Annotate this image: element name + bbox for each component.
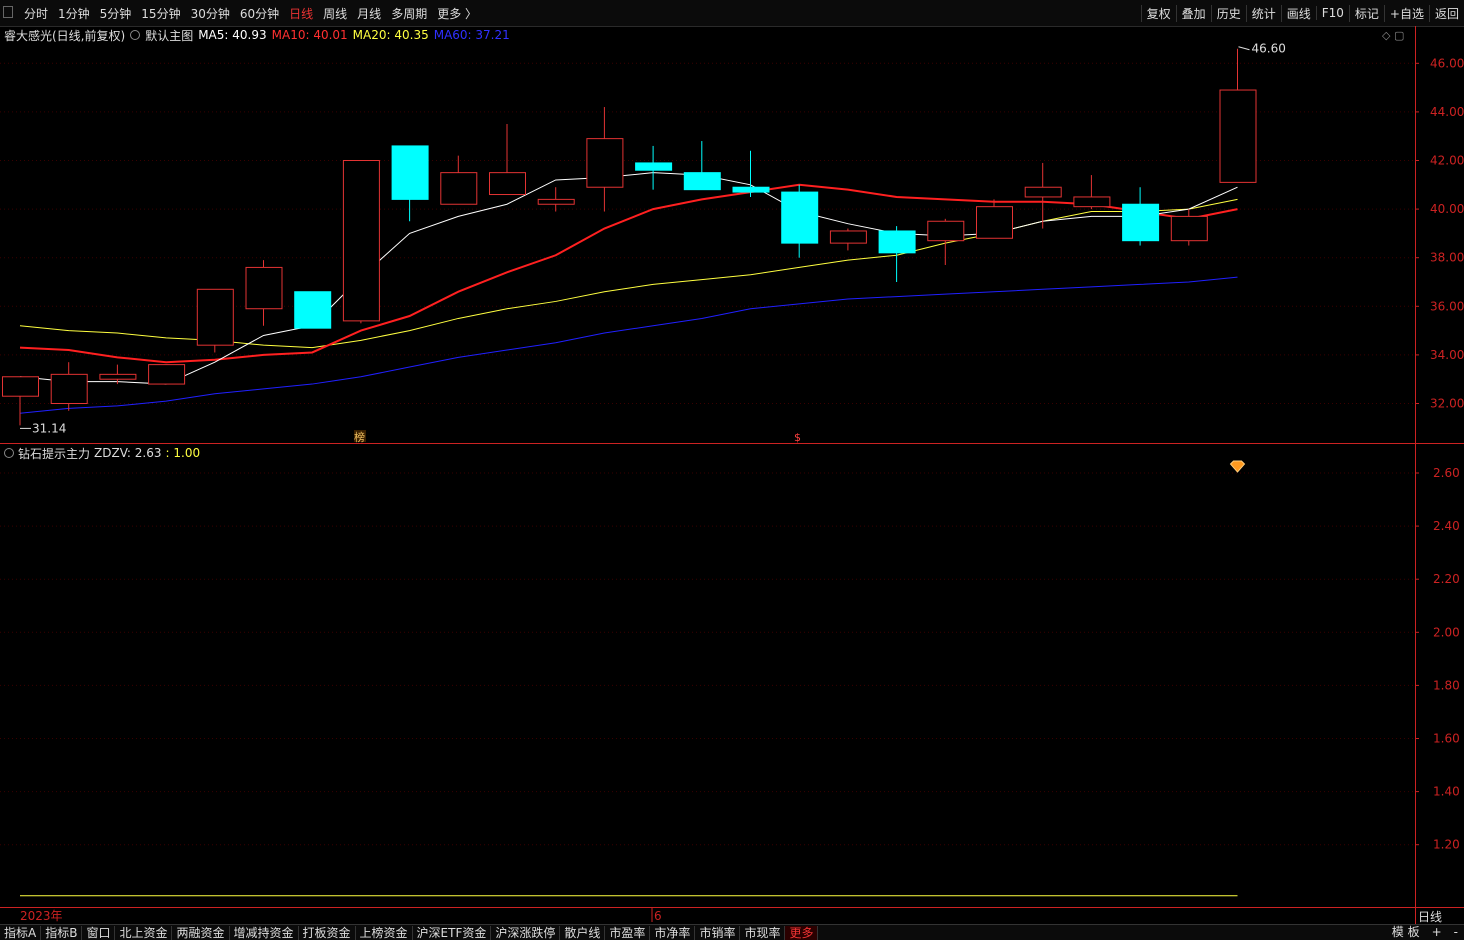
- candle: [635, 145, 673, 190]
- indicator-tab[interactable]: 上榜资金: [356, 925, 413, 940]
- candle-body-up: [148, 364, 186, 385]
- candle-body-up: [440, 172, 478, 205]
- candle: [294, 291, 332, 329]
- sub-tick-label: 2.00: [1433, 625, 1460, 639]
- candle-body-up: [927, 220, 965, 242]
- price-tick-label: 44.00: [1430, 105, 1464, 119]
- candle-body-down: [683, 172, 721, 191]
- candle: [391, 145, 429, 222]
- indicator-tab[interactable]: 指标B: [41, 925, 83, 940]
- bottom-right-controls: 模 板 + -: [1386, 923, 1464, 940]
- bottom-indicator-tabs: 指标A 指标B 窗口 北上资金 两融资金 增减持资金 打板资金 上榜资金 沪深ETF资金 沪深涨跌…: [0, 924, 1464, 940]
- price-tick-label: 32.00: [1430, 397, 1464, 411]
- indicator-tab[interactable]: 更多: [785, 925, 819, 940]
- candle: [148, 364, 186, 385]
- indicator-tab[interactable]: 沪深涨跌停: [491, 925, 561, 940]
- ma5-line: [19, 172, 1238, 385]
- candle-body-down: [732, 186, 770, 193]
- high-price-label: 46.60: [1252, 42, 1286, 56]
- price-tick-label: 34.00: [1430, 348, 1464, 362]
- indicator-tab[interactable]: 市现率: [740, 925, 786, 940]
- candle-body-up: [1024, 186, 1062, 198]
- candle-body-up: [2, 376, 39, 397]
- candle: [342, 160, 380, 324]
- candle-body-up: [489, 172, 526, 196]
- candle: [586, 107, 624, 212]
- candle: [878, 226, 916, 282]
- candle: [489, 124, 526, 196]
- indicator-tab[interactable]: 增减持资金: [230, 925, 299, 940]
- bottom-control-button[interactable]: -: [1448, 925, 1464, 939]
- candle-body-up: [342, 160, 380, 322]
- indicator-tab[interactable]: 市销率: [695, 925, 741, 940]
- year-label: 2023年: [20, 909, 63, 923]
- indicator-tab[interactable]: 沪深ETF资金: [413, 925, 492, 940]
- high-price-pointer: [1238, 46, 1250, 51]
- candle: [50, 362, 88, 411]
- candle: [683, 141, 721, 191]
- kline-chart[interactable]: 46.00 44.00 42.00 40.00 38.00 36.00 34.00 32.00…: [0, 0, 1464, 924]
- price-tick-label: 40.00: [1430, 202, 1464, 216]
- indicator-tab[interactable]: 指标A: [0, 925, 42, 940]
- indicator-tab[interactable]: 市净率: [650, 925, 696, 940]
- price-tick-label: 38.00: [1430, 251, 1464, 265]
- candle-body-down: [635, 162, 673, 171]
- indicator-tab[interactable]: 窗口: [82, 925, 116, 940]
- candle: [440, 155, 478, 205]
- sub-tick-label: 2.20: [1433, 572, 1460, 586]
- candle-body-up: [50, 373, 88, 404]
- candle-body-down: [391, 145, 429, 200]
- bottom-control-button[interactable]: 模 板: [1386, 923, 1426, 940]
- candle: [537, 187, 575, 212]
- sub-tick-label: 2.40: [1433, 519, 1460, 533]
- indicator-tab[interactable]: 北上资金: [115, 925, 173, 940]
- candle-body-up: [586, 138, 624, 188]
- candle-body-down: [1122, 203, 1160, 242]
- candle: [829, 228, 867, 251]
- candle: [1122, 187, 1160, 246]
- price-tick-label: 42.00: [1430, 154, 1464, 168]
- candle: [196, 288, 234, 353]
- candle-body-up: [976, 206, 1013, 239]
- indicator-tab[interactable]: 散户线: [560, 925, 606, 940]
- candle-body-up: [245, 266, 283, 310]
- sub-tick-label: 1.40: [1433, 785, 1460, 799]
- candle-body-down: [878, 230, 916, 254]
- indicator-tab[interactable]: 打板资金: [299, 925, 356, 940]
- candle-body-up: [1170, 215, 1208, 242]
- candle-body-up: [99, 373, 137, 380]
- indicator-tab[interactable]: 市盈率: [605, 925, 651, 940]
- dollar-marker: $: [794, 431, 801, 444]
- sub-tick-label: 2.60: [1433, 466, 1460, 480]
- candle: [976, 199, 1013, 239]
- candle-body-up: [196, 288, 234, 346]
- candle: [927, 218, 965, 265]
- sub-tick-label: 1.60: [1433, 732, 1460, 746]
- candle-body-down: [781, 191, 819, 244]
- candle: [1219, 48, 1257, 183]
- month-label: 6: [654, 909, 662, 923]
- sub-tick-label: 1.80: [1433, 678, 1460, 692]
- price-tick-label: 36.00: [1430, 299, 1464, 313]
- candle: [245, 260, 283, 326]
- rank-marker: 榜: [354, 430, 365, 444]
- sub-tick-label: 1.20: [1433, 838, 1460, 852]
- candle: [781, 184, 819, 258]
- candle-body-up: [1073, 196, 1111, 208]
- indicator-tab[interactable]: 两融资金: [172, 925, 230, 940]
- candle: [2, 376, 39, 426]
- candle-body-up: [1219, 89, 1257, 183]
- candle: [732, 150, 770, 197]
- candle-body-up: [829, 230, 867, 244]
- candle: [1170, 209, 1208, 246]
- bottom-control-button[interactable]: +: [1426, 925, 1448, 939]
- price-tick-label: 46.00: [1430, 56, 1464, 70]
- diamond-icon: [1229, 460, 1246, 473]
- candle-body-down: [294, 291, 332, 329]
- candle-body-up: [537, 198, 575, 205]
- low-price-label: 31.14: [32, 421, 66, 435]
- candle: [1073, 175, 1111, 210]
